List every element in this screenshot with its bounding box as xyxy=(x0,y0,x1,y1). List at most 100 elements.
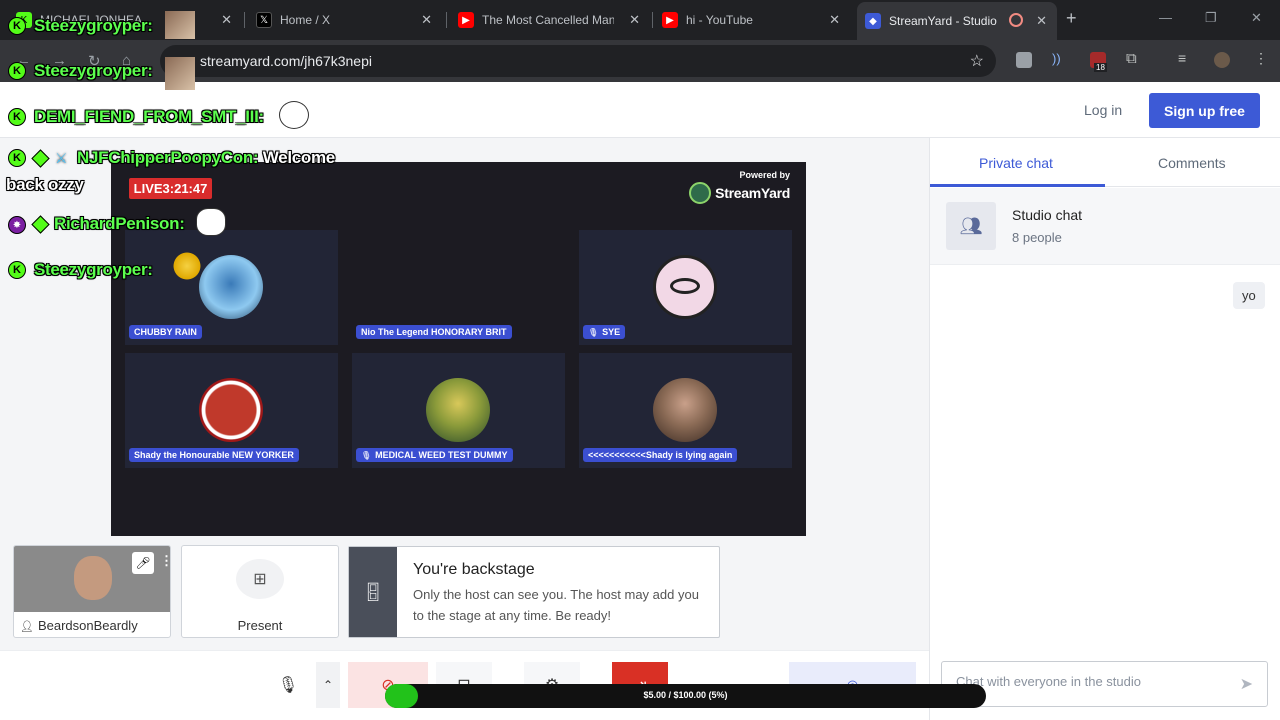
browser-tab-streamyard[interactable]: ◆ StreamYard - Studio ✕ xyxy=(857,2,1057,40)
participant-name: CHUBBY RAIN xyxy=(134,327,197,337)
group-icon: 👥︎ xyxy=(946,202,996,250)
emote-image xyxy=(165,57,195,90)
close-icon[interactable]: ✕ xyxy=(421,12,432,28)
sub-badge-icon xyxy=(31,215,50,234)
puzzle-icon[interactable]: ⧉ xyxy=(1126,50,1142,67)
powered-by-logo: Powered by StreamYard xyxy=(689,170,790,204)
participant-name: Shady the Honourable NEW YORKER xyxy=(134,450,294,460)
youtube-icon: ▶ xyxy=(662,12,678,28)
participant-name-tag: Shady the Honourable NEW YORKER xyxy=(129,448,299,462)
present-button[interactable]: ⊞ Present xyxy=(181,545,339,638)
chat-title: Studio chat xyxy=(1012,207,1083,223)
more-options-icon[interactable]: ⋮ xyxy=(160,553,170,569)
chevron-up-icon[interactable]: ⌃ xyxy=(316,662,340,708)
chat-username: Steezygroyper: xyxy=(34,61,153,80)
backstage-description: Only the host can see you. The host may … xyxy=(413,587,699,623)
tab-title: StreamYard - Studio xyxy=(889,14,997,28)
bookmark-star-icon[interactable]: ☆ xyxy=(970,51,984,71)
participant-name: Nio The Legend HONORARY BRIT xyxy=(361,327,507,337)
mic-muted-icon: 🎙︎ xyxy=(588,327,599,337)
streamyard-duck-icon xyxy=(689,182,712,204)
sunglasses-emote xyxy=(279,101,309,129)
self-camera-tile[interactable]: 🎤︎ ⋮ 👤︎BeardsonBeardly xyxy=(13,545,171,638)
chat-username: DEMI_FIEND_FROM_SMT_III: xyxy=(34,107,264,126)
chat-tabs: Private chat Comments xyxy=(930,138,1280,187)
participant-name-tag: 🎙︎ MEDICAL WEED TEST DUMMY xyxy=(356,448,513,462)
chat-username: RichardPenison: xyxy=(54,214,185,233)
self-name: BeardsonBeardly xyxy=(37,618,138,633)
participant-tile[interactable]: 🎙︎ MEDICAL WEED TEST DUMMY xyxy=(352,353,565,468)
participant-name: SYE xyxy=(602,327,621,337)
donation-goal-bar: $5.00 / $100.00 (5%) xyxy=(385,684,986,708)
participant-name-tag: CHUBBY RAIN xyxy=(129,325,202,339)
self-face xyxy=(74,556,112,600)
audio-extension-icon[interactable]: )) xyxy=(1052,51,1068,67)
participant-tile[interactable]: <<<<<<<<<<<Shady is lying again xyxy=(579,353,792,468)
gift-badge-icon: ✸ xyxy=(8,216,26,234)
screen-share-icon: ⊞ xyxy=(236,559,284,599)
chat-username: NJFChipperPoopyCon: xyxy=(77,148,259,167)
browser-tab-youtube-1[interactable]: ▶ The Most Cancelled Man ✕ xyxy=(450,6,650,34)
tab-title: hi - YouTube xyxy=(686,13,753,27)
mic-button[interactable]: 🎙︎ xyxy=(268,662,308,708)
mic-muted-icon: 🎙︎ xyxy=(361,450,372,460)
backstage-notice: 🚪︎ You're backstage Only the host can se… xyxy=(348,546,720,638)
door-icon: 🚪︎ xyxy=(349,547,397,637)
profile-avatar[interactable] xyxy=(1214,52,1230,68)
restore-icon[interactable]: ❐ xyxy=(1205,10,1217,26)
send-icon[interactable]: ➤ xyxy=(1240,674,1253,694)
participant-avatar xyxy=(426,378,490,442)
extension-icon[interactable] xyxy=(1016,52,1032,68)
studio-chat-header: 👥︎ Studio chat 8 people xyxy=(930,188,1280,265)
streamyard-icon: ◆ xyxy=(865,13,881,29)
chat-input-box[interactable]: ➤ xyxy=(941,661,1268,707)
chat-message-text: back ozzy xyxy=(6,175,84,194)
youtube-icon: ▶ xyxy=(458,12,474,28)
emote-image xyxy=(170,252,204,280)
chat-message-text: Welcome xyxy=(262,148,336,167)
participant-avatar xyxy=(653,255,717,319)
participant-name-tag: 🎙︎ SYE xyxy=(583,325,626,339)
kick-badge-icon: K xyxy=(8,17,26,35)
tab-comments[interactable]: Comments xyxy=(1158,155,1226,171)
media-control-icon[interactable]: ≡ xyxy=(1178,50,1194,66)
participant-tile[interactable]: 🎙︎ SYE xyxy=(579,230,792,345)
browser-tab-youtube-2[interactable]: ▶ hi - YouTube ✕ xyxy=(654,6,850,34)
sunglasses-emote xyxy=(196,208,226,236)
participant-avatar xyxy=(653,378,717,442)
close-icon[interactable]: ✕ xyxy=(1036,13,1047,29)
chat-input[interactable] xyxy=(956,674,1226,689)
chat-subtitle: 8 people xyxy=(1012,230,1062,245)
chat-panel: Private chat Comments 👥︎ Studio chat 8 p… xyxy=(929,138,1280,720)
menu-icon[interactable]: ⋮ xyxy=(1254,50,1270,66)
login-link[interactable]: Log in xyxy=(1084,102,1122,118)
chat-message: yo xyxy=(1233,282,1265,309)
participant-name: <<<<<<<<<<<Shady is lying again xyxy=(588,450,733,460)
active-tab-indicator xyxy=(930,184,1105,187)
new-tab-icon[interactable]: + xyxy=(1066,8,1077,29)
eye-of-horus-icon xyxy=(670,278,700,294)
participant-name-tag: <<<<<<<<<<<Shady is lying again xyxy=(583,448,738,462)
participant-tile[interactable]: Shady the Honourable NEW YORKER xyxy=(125,353,338,468)
recording-icon xyxy=(1009,13,1023,27)
window-close-icon[interactable]: ✕ xyxy=(1251,10,1262,26)
tab-separator xyxy=(446,12,447,28)
kick-chat-overlay: K Steezygroyper: K Steezygroyper: K DEMI… xyxy=(0,0,400,300)
participant-avatar xyxy=(199,378,263,442)
donation-goal-text: $5.00 / $100.00 (5%) xyxy=(643,690,728,700)
powered-by-text: Powered by xyxy=(739,170,790,180)
sword-badge-icon: ⚔ xyxy=(55,150,68,166)
microphone-icon[interactable]: 🎤︎ xyxy=(132,552,154,574)
signup-button[interactable]: Sign up free xyxy=(1149,93,1260,128)
kick-badge-icon: K xyxy=(8,261,26,279)
participant-name: MEDICAL WEED TEST DUMMY xyxy=(375,450,508,460)
minimize-icon[interactable]: — xyxy=(1159,10,1172,25)
chat-username: Steezygroyper: xyxy=(34,16,153,35)
tab-private-chat[interactable]: Private chat xyxy=(979,155,1053,171)
extension-badge: 18 xyxy=(1094,63,1107,72)
kick-badge-icon: K xyxy=(8,62,26,80)
close-icon[interactable]: ✕ xyxy=(829,12,840,28)
close-icon[interactable]: ✕ xyxy=(629,12,640,28)
kick-badge-icon: K xyxy=(8,149,26,167)
emote-image xyxy=(165,11,195,39)
